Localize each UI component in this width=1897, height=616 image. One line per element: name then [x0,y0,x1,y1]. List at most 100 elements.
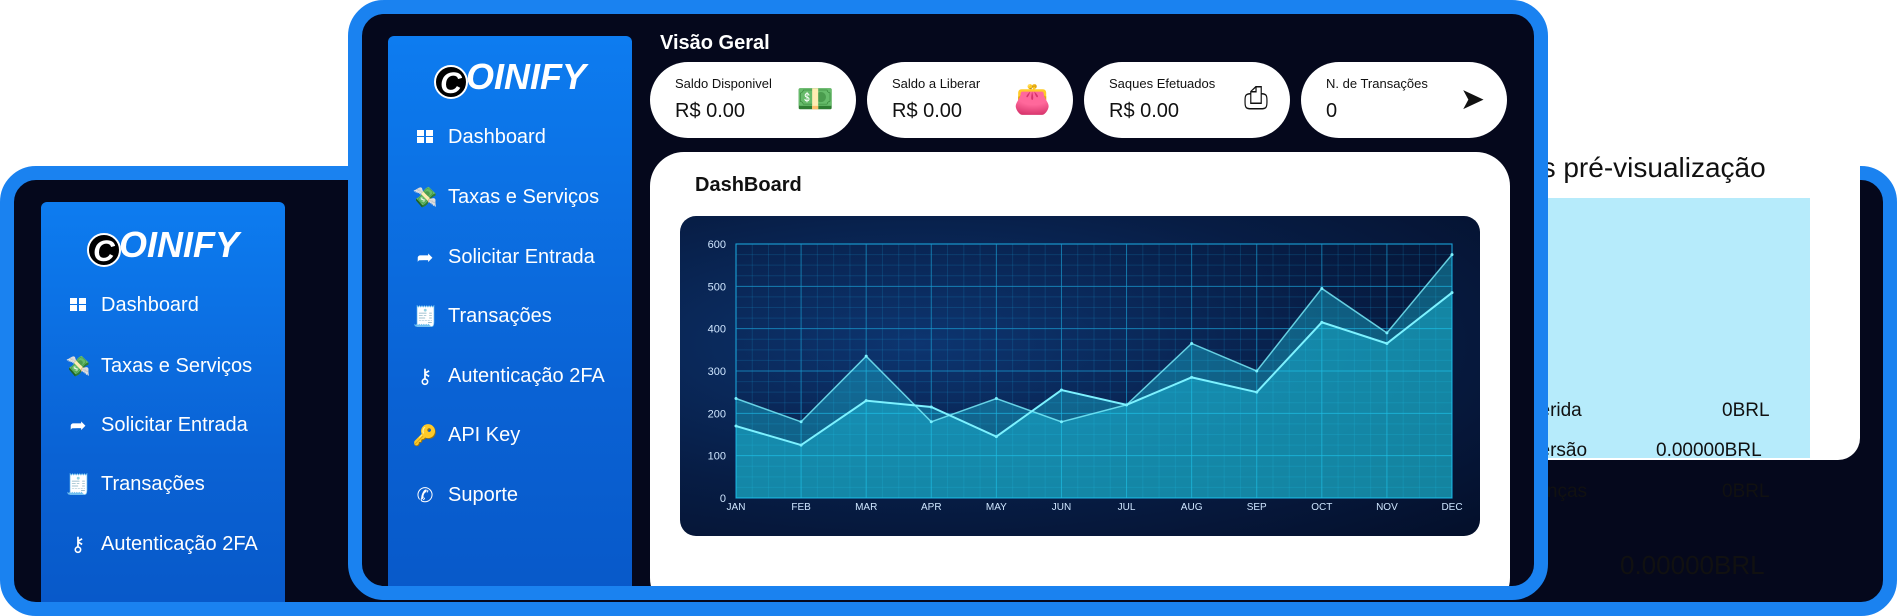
preview-row-value: 0BRL [1722,481,1770,502]
sidebar-item-2fa[interactable]: ⚷ Autenticação 2FA [63,532,258,557]
card-transacoes: N. de Transações 0 ➤ [1301,62,1507,138]
data-point-series-2 [1190,375,1194,379]
x-tick-label: JUL [1118,502,1136,513]
card-label: N. de Transações [1326,76,1428,91]
sidebar-item-label: Transações [101,473,205,495]
data-point-series-2 [1320,320,1324,324]
dashboard-grid-icon [410,126,440,149]
data-point-series-2 [994,435,998,439]
card-saques: Saques Efetuados R$ 0.00 ⎙ [1084,62,1290,138]
keys-icon: ⚷ [70,534,86,556]
share-arrow-icon: ➦ [416,247,434,269]
card-value: R$ 0.00 [1109,100,1180,122]
data-point-series-1 [1320,286,1324,290]
card-value: 0 [1326,100,1338,122]
data-point-series-2 [929,405,933,409]
x-tick-label: MAY [986,502,1007,513]
x-tick-label: MAR [855,502,877,513]
card-label: Saldo a Liberar [892,76,981,91]
data-point-series-1 [1190,341,1194,345]
coinify-logo: C OINIFY [41,224,285,268]
y-tick-label: 600 [708,239,726,251]
data-point-series-2 [734,424,738,428]
sidebar-item-label: Autenticação 2FA [448,365,605,387]
data-point-series-1 [1385,331,1389,335]
preview-row-value: 0BRL [1722,400,1770,421]
data-point-series-2 [1059,388,1063,392]
data-point-series-1 [1255,369,1259,373]
sidebar-item-label: API Key [448,424,521,446]
x-tick-label: NOV [1376,502,1398,513]
data-point-series-2 [1255,390,1259,394]
dashboard-grid-icon [63,294,93,317]
page-title: Visão Geral [660,32,770,54]
sidebar-item-label: Dashboard [101,294,199,316]
y-tick-label: 200 [708,408,726,420]
data-point-series-2 [1450,291,1454,295]
data-point-series-1 [799,420,803,424]
card-label: Saldo Disponivel [675,76,772,91]
sidebar-item-transacoes[interactable]: 🧾 Transações [410,304,552,329]
sidebar-item-solicitar[interactable]: ➦ Solicitar Entrada [410,245,595,270]
withdraw-icon: ⎙ [1244,82,1268,115]
receipt-icon: 🧾 [412,306,438,328]
data-point-series-2 [799,443,803,447]
card-value: R$ 0.00 [892,100,963,122]
money-bill-icon: 💸 [412,187,438,209]
y-tick-label: 300 [708,366,726,378]
card-value: R$ 0.00 [675,100,746,122]
preview-row-value: 0.00000BRL [1656,440,1762,461]
sidebar-front: C OINIFY Dashboard 💸 Taxas e Serviços ➦ S… [388,36,632,586]
sidebar-item-label: Taxas e Serviços [101,355,253,377]
paper-plane-icon: ➤ [1459,83,1485,116]
card-label: Saques Efetuados [1109,76,1216,91]
sidebar-item-dashboard[interactable]: Dashboard [410,126,546,149]
receipt-icon: 🧾 [65,474,91,496]
sidebar-item-label: Dashboard [448,126,546,148]
x-tick-label: AUG [1181,502,1203,513]
sidebar-item-2fa[interactable]: ⚷ Autenticação 2FA [410,364,605,389]
dashboard-title: DashBoard [695,174,802,196]
chart-svg: 0 100 200 300 400 500 600 JAN FEB MAR APR MAY JUN JU… [708,239,1463,513]
data-point-series-1 [864,354,868,358]
sidebar-item-dashboard[interactable]: Dashboard [63,294,199,317]
sidebar-item-taxas[interactable]: 💸 Taxas e Serviços [410,185,600,210]
money-bill-icon: 💸 [65,356,91,378]
keys-icon: ⚷ [417,366,433,388]
sidebar-item-taxas[interactable]: 💸 Taxas e Serviços [63,354,253,379]
x-tick-label: FEB [791,502,811,513]
y-tick-label: 500 [708,281,726,293]
data-point-series-1 [734,397,738,401]
x-tick-label: SEP [1247,502,1267,513]
card-saldo-disponivel: Saldo Disponivel R$ 0.00 💵 [650,62,856,138]
dashboard-panel: DashBoard 0 100 200 300 400 500 600 JAN FEB MAR A… [650,152,1510,586]
sidebar-item-label: Solicitar Entrada [101,414,248,436]
x-tick-label: JUN [1052,502,1071,513]
x-tick-label: JAN [727,502,746,513]
data-point-series-1 [1059,420,1063,424]
sidebar-item-label: Autenticação 2FA [101,533,258,555]
preview-total: 0.00000BRL [1620,550,1765,580]
x-tick-label: DEC [1441,502,1462,513]
sidebar-item-label: Transações [448,305,552,327]
sidebar-item-suporte[interactable]: ✆ Suporte [410,483,518,508]
card-saldo-liberar: Saldo a Liberar R$ 0.00 👛 [867,62,1073,138]
money-bill-icon: 💵 [796,83,834,116]
y-tick-label: 0 [720,493,726,505]
coinify-logo: C OINIFY [388,56,632,100]
data-point-series-1 [929,420,933,424]
data-point-series-2 [1385,341,1389,345]
sidebar-item-label: Suporte [448,484,519,506]
sidebar-item-solicitar[interactable]: ➦ Solicitar Entrada [63,413,248,438]
sidebar-back: C OINIFY Dashboard 💸 Taxas e Serviços ➦ S… [41,202,285,602]
preview-title: os pré-visualização [1526,152,1766,183]
front-window: C OINIFY Dashboard 💸 Taxas e Serviços ➦ S… [348,0,1548,600]
y-tick-label: 400 [708,324,726,336]
sidebar-item-api-key[interactable]: 🔑 API Key [410,423,521,448]
data-point-series-2 [864,399,868,403]
dashboard-chart: 0 100 200 300 400 500 600 JAN FEB MAR APR MAY JUN JU… [680,216,1480,536]
sidebar-item-transacoes[interactable]: 🧾 Transações [63,472,205,497]
x-tick-label: OCT [1311,502,1332,513]
share-arrow-icon: ➦ [69,415,87,437]
sidebar-item-label: Taxas e Serviços [448,186,600,208]
